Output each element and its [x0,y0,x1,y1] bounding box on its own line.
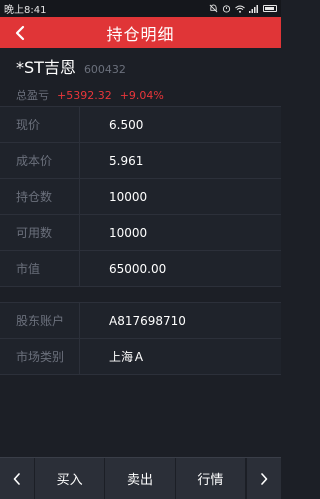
detail-label: 可用数 [0,215,80,250]
page-title: 持仓明细 [106,24,175,44]
detail-row-market-value: 市值 65000.00 [0,251,281,287]
status-bar: 晚上8:41 [0,0,281,17]
stock-code: 600432 [83,63,126,76]
detail-label: 现价 [0,107,80,142]
buy-button[interactable]: 买入 [35,458,106,499]
chevron-left-icon [13,472,20,485]
detail-label: 成本价 [0,143,80,178]
account-details-table: 股东账户 A817698710 市场类别 上海Ａ [0,303,281,375]
detail-value: 10000 [109,225,148,240]
chevron-right-icon [261,472,268,485]
signal-icon [249,4,259,13]
nav-bar: 持仓明细 [0,17,281,48]
detail-label: 市值 [0,251,80,286]
detail-row-holding: 持仓数 10000 [0,179,281,215]
detail-row-cost: 成本价 5.961 [0,143,281,179]
alarm-icon [222,4,231,13]
detail-row-price: 现价 6.500 [0,107,281,143]
profit-loss-percent: +9.04% [119,88,164,102]
profit-loss-label: 总盈亏 [16,89,49,102]
sell-button[interactable]: 卖出 [105,458,176,499]
battery-icon [263,5,277,12]
detail-value: 5.961 [109,153,144,168]
mute-icon [209,4,218,13]
chevron-left-icon [15,25,25,40]
detail-label: 市场类别 [0,339,80,374]
detail-row-available: 可用数 10000 [0,215,281,251]
status-time: 晚上8:41 [4,5,47,16]
section-gap [0,287,281,303]
detail-label: 持仓数 [0,179,80,214]
back-button[interactable] [6,17,34,48]
profit-loss-amount: +5392.32 [57,88,112,102]
detail-value: A817698710 [109,313,186,328]
next-button[interactable] [245,458,281,499]
detail-label: 股东账户 [0,303,80,338]
detail-value: 上海Ａ [109,350,146,364]
detail-value: 6.500 [109,117,144,132]
stock-name: *ST吉恩 [16,58,76,77]
status-icons [209,4,277,13]
stock-name-row: *ST吉恩 600432 [16,54,265,78]
prev-button[interactable] [0,458,35,499]
wifi-icon [235,5,245,13]
bottom-toolbar: 买入 卖出 行情 [0,457,281,499]
detail-row-account: 股东账户 A817698710 [0,303,281,339]
detail-value: 10000 [109,189,148,204]
stock-header: *ST吉恩 600432 总盈亏 +5392.32 +9.04% [0,48,281,106]
quote-button[interactable]: 行情 [176,458,246,499]
detail-row-market-type: 市场类别 上海Ａ [0,339,281,375]
detail-value: 65000.00 [109,261,167,276]
position-details-table: 现价 6.500 成本价 5.961 持仓数 10000 可用数 10000 市… [0,107,281,287]
profit-loss-row: 总盈亏 +5392.32 +9.04% [16,87,265,103]
